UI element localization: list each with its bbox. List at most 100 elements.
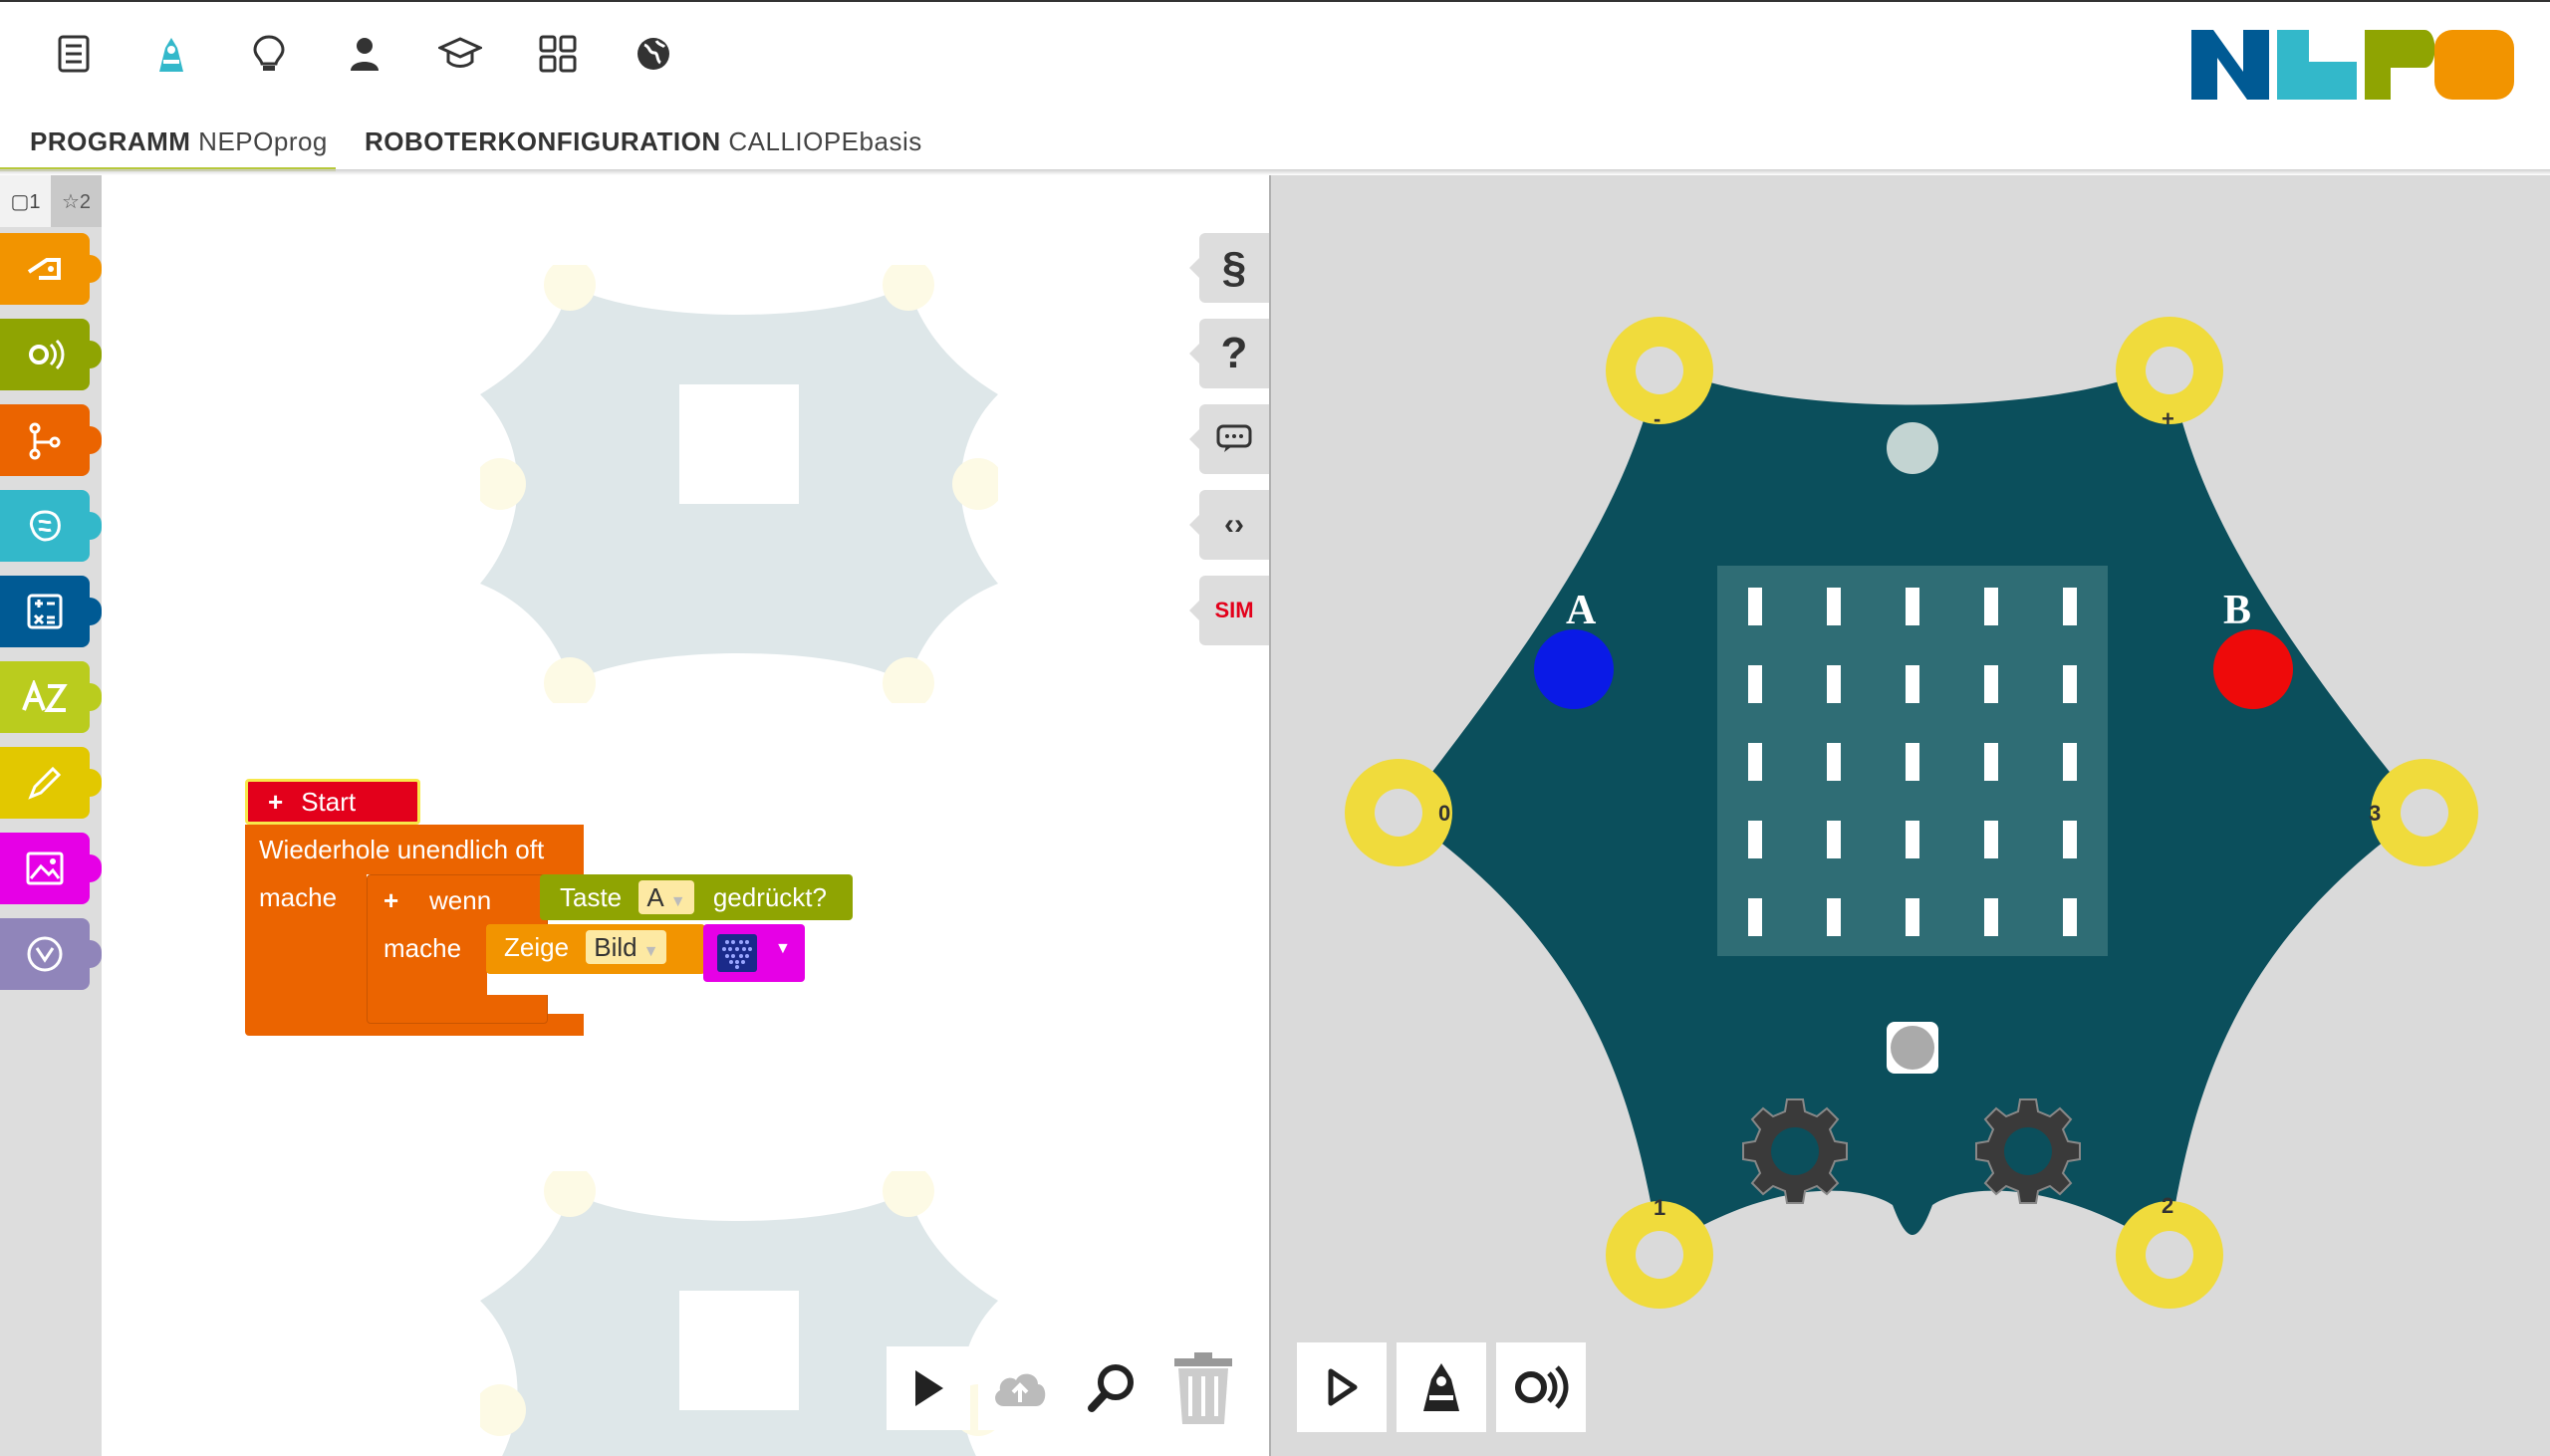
play-outline-icon — [1325, 1367, 1359, 1407]
led-2-0 — [1748, 743, 1762, 781]
calliope-watermark-top — [480, 265, 998, 703]
chevron-down-icon: ▼ — [669, 893, 686, 910]
led-2-3 — [1984, 743, 1998, 781]
chevron-down-icon[interactable]: ▼ — [775, 940, 791, 958]
sim-sensors-button[interactable] — [1496, 1342, 1586, 1432]
repeat-do-label: mache — [259, 882, 338, 912]
led-1-4 — [2063, 665, 2077, 703]
level-expert-button[interactable]: ☆2 — [51, 175, 102, 227]
info-comment-button[interactable] — [1189, 404, 1269, 474]
help-button[interactable]: ? — [1189, 319, 1269, 388]
gallery-grid-icon[interactable] — [534, 30, 582, 78]
plus-icon[interactable]: + — [383, 885, 398, 916]
category-colours[interactable] — [0, 747, 102, 819]
code-view-button[interactable]: ‹› — [1189, 490, 1269, 560]
gear-icon — [1975, 1098, 2081, 1204]
upload-button[interactable] — [978, 1346, 1062, 1430]
brain-icon — [25, 506, 65, 546]
temperature-sensor — [1891, 1026, 1934, 1070]
led-1-2 — [1906, 665, 1919, 703]
show-dropdown[interactable]: Bild ▼ — [586, 930, 667, 964]
key-dropdown[interactable]: A ▼ — [638, 880, 694, 914]
show-dropdown-value: Bild — [594, 932, 638, 962]
chevron-down-icon: ▼ — [642, 943, 659, 960]
sim-robot-button[interactable] — [1397, 1342, 1486, 1432]
menu-icon[interactable] — [50, 30, 98, 78]
code-icon: ‹› — [1224, 508, 1244, 541]
play-icon — [911, 1368, 945, 1408]
category-math[interactable] — [0, 576, 102, 647]
led-0-3 — [1984, 588, 1998, 625]
pin-0-label: 0 — [1438, 801, 1450, 826]
category-images[interactable] — [0, 833, 102, 904]
trash-icon — [1170, 1350, 1236, 1426]
led-1-1 — [1827, 665, 1841, 703]
sensor-icon — [1511, 1361, 1571, 1413]
zoom-reset-button[interactable] — [1070, 1346, 1153, 1430]
show-image-block[interactable]: Zeige Bild ▼ — [486, 924, 705, 974]
blockly-toolbox: ▢1 ☆2 — [0, 175, 102, 1456]
button-b-label: B — [2223, 588, 2251, 633]
category-logic[interactable] — [0, 490, 102, 562]
plus-icon[interactable]: + — [268, 787, 283, 817]
led-4-2 — [1906, 898, 1919, 936]
if-label: wenn — [429, 885, 492, 915]
tab-robot-label: ROBOTERKONFIGURATION — [365, 126, 721, 156]
lightbulb-icon[interactable] — [245, 30, 293, 78]
question-icon: ? — [1220, 329, 1248, 377]
category-control[interactable] — [0, 404, 102, 476]
text-az-icon — [22, 680, 68, 714]
variables-icon — [25, 934, 65, 974]
led-3-1 — [1827, 821, 1841, 858]
led-1-0 — [1748, 665, 1762, 703]
pin-1-label: 1 — [1654, 1195, 1665, 1220]
category-action[interactable] — [0, 233, 102, 305]
robot-icon[interactable] — [147, 30, 195, 78]
led-3-4 — [2063, 821, 2077, 858]
led-4-0 — [1748, 898, 1762, 936]
show-label: Zeige — [504, 932, 570, 962]
image-picker-block[interactable]: ▼ — [703, 924, 805, 982]
category-text[interactable] — [0, 661, 102, 733]
cloud-upload-icon — [990, 1366, 1050, 1410]
gear-icon — [1742, 1098, 1848, 1204]
start-block-label: Start — [301, 787, 357, 817]
tab-program[interactable]: PROGRAMM NEPOprog — [30, 123, 328, 171]
pin-2-label: 2 — [2162, 1193, 2173, 1218]
sim-label: SIM — [1214, 598, 1254, 622]
heart-image-preview — [717, 934, 757, 972]
repeat-forever-label: Wiederhole unendlich oft — [259, 835, 545, 864]
graduation-cap-icon[interactable] — [436, 30, 484, 78]
sim-run-button[interactable] — [1297, 1342, 1387, 1432]
category-variables[interactable] — [0, 918, 102, 990]
calliope-board: - + 0 3 1 2 A B — [1345, 317, 2478, 1309]
button-a[interactable] — [1534, 629, 1614, 709]
led-2-1 — [1827, 743, 1841, 781]
start-block[interactable]: + Start — [245, 779, 420, 825]
globe-icon[interactable] — [630, 30, 677, 78]
tab-robot-value: CALLIOPEbasis — [728, 126, 922, 156]
led-2-2 — [1906, 743, 1919, 781]
led-2-4 — [2063, 743, 2077, 781]
user-icon[interactable] — [341, 30, 388, 78]
trash-button[interactable] — [1161, 1346, 1245, 1430]
program-code-button[interactable]: § — [1189, 233, 1269, 303]
led-4-1 — [1827, 898, 1841, 936]
category-sensors[interactable] — [0, 319, 102, 390]
key-pressed-sensor-block[interactable]: Taste A ▼ gedrückt? — [540, 874, 853, 920]
blockly-workspace[interactable]: + Start Wiederhole unendlich oft mache + … — [102, 175, 1271, 1456]
pin-plus-label: + — [2162, 406, 2174, 431]
led-4-4 — [2063, 898, 2077, 936]
tab-robot-configuration[interactable]: ROBOTERKONFIGURATION CALLIOPEbasis — [365, 123, 922, 171]
led-3-0 — [1748, 821, 1762, 858]
level-beginner-button[interactable]: ▢1 — [0, 175, 51, 227]
simulation-toggle-button[interactable]: SIM — [1189, 576, 1269, 645]
led-0-0 — [1748, 588, 1762, 625]
section-icon: § — [1221, 243, 1247, 292]
button-a-label: A — [1566, 588, 1597, 633]
button-b[interactable] — [2213, 629, 2293, 709]
simulator-pane: - + 0 3 1 2 A B — [1271, 175, 2550, 1456]
pin-3-label: 3 — [2369, 801, 2381, 826]
run-program-button[interactable] — [887, 1346, 970, 1430]
tab-program-value: NEPOprog — [198, 126, 328, 156]
